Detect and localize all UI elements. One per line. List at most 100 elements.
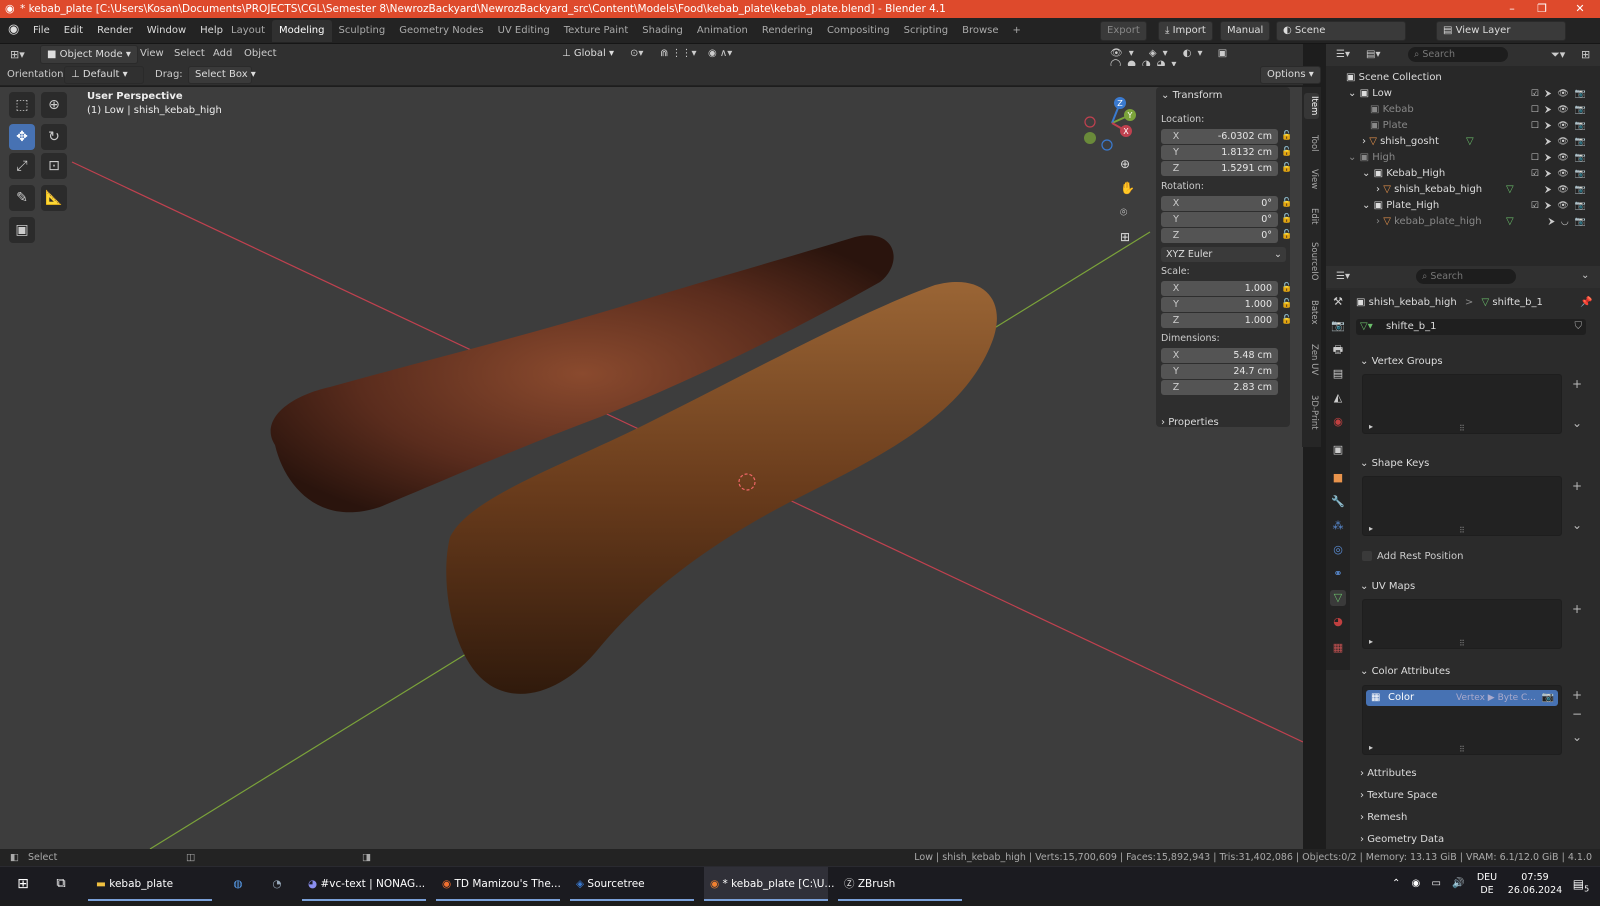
maximize-button[interactable]: ❐ [1527, 0, 1557, 18]
outliner-root[interactable]: ▣ Scene Collection [1326, 70, 1600, 86]
lock-icon[interactable]: 🔓 [1281, 196, 1292, 211]
rotation-x-field[interactable]: X 0° 🔓 [1161, 196, 1292, 211]
outliner-row-shish-kebab-high[interactable]: › ▽ shish_kebab_high ▽ ⮞👁📷 [1326, 182, 1600, 198]
rotate-tool[interactable]: ↻ [41, 124, 67, 150]
lock-icon[interactable]: 🔓 [1281, 212, 1292, 227]
dimensions-x-field[interactable]: X 5.48 cm [1161, 348, 1286, 363]
menu-render[interactable]: Render [90, 18, 140, 44]
list-resize-handle[interactable]: ⠿ [1459, 526, 1465, 535]
tab-sculpting[interactable]: Sculpting [332, 20, 393, 42]
pin-icon[interactable]: 📌 [1580, 297, 1592, 308]
scale-tool[interactable]: ⤢ [9, 153, 35, 179]
row-toggle-icons[interactable]: ☐⮞👁📷 [1531, 118, 1592, 134]
world-tab-icon[interactable]: ◉ [1330, 414, 1346, 430]
shape-keys-list[interactable]: ▸ ⠿ [1362, 476, 1562, 536]
3d-viewport[interactable]: ⬚ ⊕ ✥ ↻ ⤢ ⊡ ✎ 📐 ▣ User Perspective (1) L… [0, 87, 1303, 849]
tab-texture-paint[interactable]: Texture Paint [557, 20, 636, 42]
rotation-z-field[interactable]: Z 0° 🔓 [1161, 228, 1292, 243]
tool-tab-icon[interactable]: ⚒ [1330, 294, 1346, 310]
taskbar-browser[interactable]: ◍ [226, 867, 250, 901]
sidebar-tab-item[interactable]: Item [1304, 93, 1319, 119]
properties-editor-icon[interactable]: ☰▾ [1336, 271, 1350, 282]
outliner-row-kebab-plate-high[interactable]: › ▽ kebab_plate_high ▽ ⮞◡📷 [1326, 214, 1600, 230]
add-color-attribute-button[interactable]: + [1568, 688, 1586, 702]
outliner-row-plate-high[interactable]: ⌄ ▣ Plate_High ☑⮞👁📷 [1326, 198, 1600, 214]
properties-search-input[interactable]: ⌕ Search [1416, 269, 1516, 284]
manual-button[interactable]: Manual [1220, 21, 1271, 41]
row-toggle-icons[interactable]: ☑⮞👁📷 [1531, 86, 1592, 102]
color-attributes-list[interactable]: ▦ Color Vertex ▶ Byte C... 📷 ▸ ⠿ [1362, 685, 1562, 755]
outliner-row-low[interactable]: ⌄ ▣ Low ☑⮞👁📷 [1326, 86, 1600, 102]
drag-selector[interactable]: Select Box ▾ [188, 66, 256, 84]
location-x-field[interactable]: X -6.0302 cm 🔓 [1161, 129, 1292, 144]
transform-orientation-selector[interactable]: ⊥ Global ▾ [556, 45, 620, 64]
menu-add[interactable]: Add [213, 48, 232, 59]
render-color-camera-icon[interactable]: 📷 [1542, 690, 1554, 706]
particles-tab-icon[interactable]: ⁂ [1330, 518, 1346, 534]
new-collection-icon[interactable]: ⊞ [1581, 48, 1590, 61]
sidebar-tab-view[interactable]: View [1304, 167, 1319, 191]
add-uv-map-button[interactable]: + [1568, 602, 1586, 616]
import-button[interactable]: ⤓ Import [1158, 21, 1213, 41]
tab-modeling[interactable]: Modeling [272, 20, 332, 42]
texture-space-panel-header[interactable]: › Texture Space [1360, 788, 1592, 804]
menu-view[interactable]: View [140, 48, 164, 59]
rotation-y-field[interactable]: Y 0° 🔓 [1161, 212, 1292, 227]
taskbar-blender[interactable]: ◉ * kebab_plate [C:\U... [704, 867, 834, 901]
color-attribute-menu-button[interactable]: ⌄ [1568, 730, 1586, 744]
zoom-icon[interactable]: ⊕ [1120, 157, 1130, 171]
snap-icon[interactable]: ⋒ ⋮⋮▾ [660, 48, 697, 59]
tab-browse[interactable]: Browse [955, 20, 1005, 42]
lock-icon[interactable]: 🔓 [1281, 129, 1292, 144]
add-workspace-button[interactable]: + [1006, 20, 1028, 42]
scale-z-field[interactable]: Z 1.000 🔓 [1161, 313, 1292, 328]
sidebar-tab-tool[interactable]: Tool [1304, 131, 1319, 155]
close-button[interactable]: ✕ [1565, 0, 1595, 18]
row-toggle-icons[interactable]: ☑⮞👁📷 [1531, 166, 1592, 182]
sidebar-tab-batex[interactable]: Batex [1304, 297, 1319, 327]
taskbar-discord[interactable]: ◕ #vc-text | NONAG... [302, 867, 426, 901]
vertex-groups-list[interactable]: ▸ ⠿ [1362, 374, 1562, 434]
mode-selector[interactable]: ■ Object Mode ▾ [40, 45, 138, 64]
system-tray-icons[interactable]: ⌃ ◉ ▭ 🔊 [1392, 867, 1472, 901]
list-resize-handle[interactable]: ⠿ [1459, 424, 1465, 433]
filter-icon[interactable]: ⏷▾ [1551, 48, 1565, 62]
list-expand-icon[interactable]: ▸ [1369, 743, 1373, 752]
render-tab-icon[interactable]: 📷 [1330, 318, 1346, 334]
options-button[interactable]: Options ▾ [1260, 66, 1321, 84]
uv-maps-panel-header[interactable]: ⌄ UV Maps [1360, 579, 1592, 595]
color-attributes-panel-header[interactable]: ⌄ Color Attributes [1360, 664, 1592, 680]
tab-scripting[interactable]: Scripting [897, 20, 955, 42]
outliner-row-shish-gosht[interactable]: › ▽ shish_gosht ▽ ⮞👁📷 [1326, 134, 1600, 150]
list-expand-icon[interactable]: ▸ [1369, 524, 1373, 533]
shape-keys-panel-header[interactable]: ⌄ Shape Keys [1360, 456, 1592, 472]
taskbar-firefox[interactable]: ◉ TD Mamizou's The... [436, 867, 561, 901]
lock-icon[interactable]: 🔓 [1281, 145, 1292, 160]
geometry-data-panel-header[interactable]: › Geometry Data [1360, 832, 1592, 848]
lock-icon[interactable]: 🔓 [1281, 228, 1292, 243]
list-expand-icon[interactable]: ▸ [1369, 637, 1373, 646]
task-view-button[interactable]: ⧉ [46, 867, 76, 901]
outliner-row-plate[interactable]: ▣ Plate ☐⮞👁📷 [1326, 118, 1600, 134]
outliner-row-kebab[interactable]: ▣ Kebab ☐⮞👁📷 [1326, 102, 1600, 118]
vertex-groups-panel-header[interactable]: ⌄ Vertex Groups [1360, 354, 1592, 370]
add-cube-tool[interactable]: ▣ [9, 217, 35, 243]
taskbar-steam[interactable]: ◔ [265, 867, 289, 901]
physics-tab-icon[interactable]: ◎ [1330, 542, 1346, 558]
pan-hand-icon[interactable]: ✋ [1120, 181, 1135, 195]
menu-edit[interactable]: Edit [57, 18, 90, 44]
pivot-icon[interactable]: ⊙▾ [630, 48, 643, 59]
tab-shading[interactable]: Shading [635, 20, 690, 42]
scene-tab-icon[interactable]: ◭ [1330, 390, 1346, 406]
cursor-tool[interactable]: ⊕ [41, 92, 67, 118]
list-expand-icon[interactable]: ▸ [1369, 422, 1373, 431]
list-resize-handle[interactable]: ⠿ [1459, 639, 1465, 648]
camera-view-icon[interactable]: ⌾ [1120, 205, 1127, 220]
navigation-gizmo[interactable]: Z Y X [1082, 93, 1142, 153]
location-z-field[interactable]: Z 1.5291 cm 🔓 [1161, 161, 1292, 176]
view-layer-tab-icon[interactable]: ▤ [1330, 366, 1346, 382]
blender-menu-icon[interactable]: ◉ [8, 22, 19, 37]
menu-file[interactable]: File [26, 18, 57, 44]
transform-header[interactable]: ⌄ Transform [1161, 90, 1222, 101]
language-indicator[interactable]: DEU DE [1473, 867, 1501, 901]
